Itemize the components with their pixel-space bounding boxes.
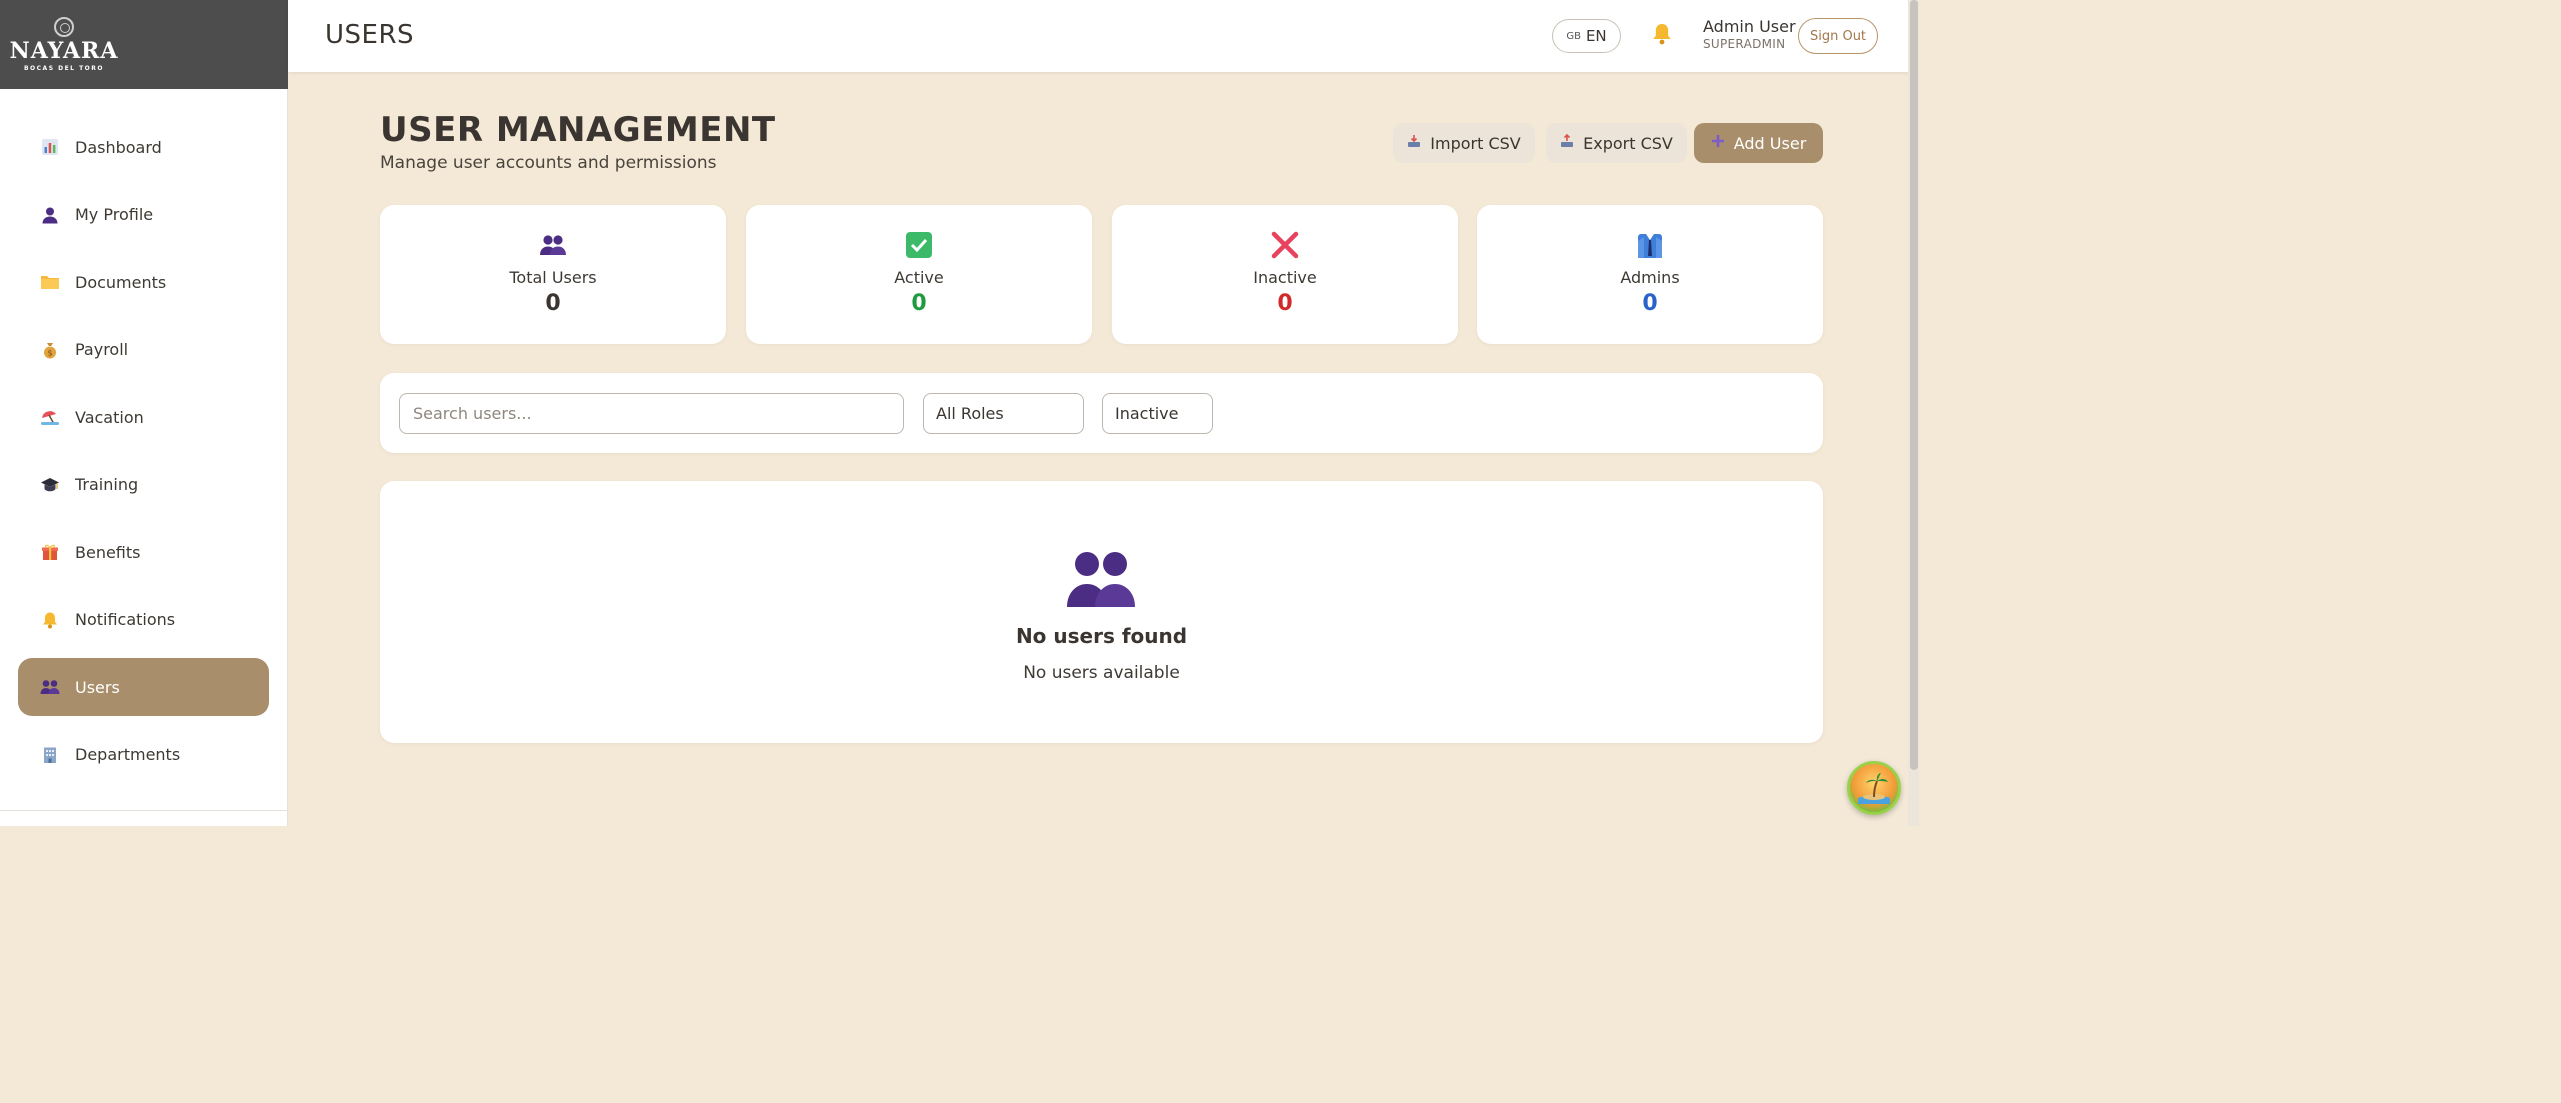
sidebar-item-notifications[interactable]: Notifications: [18, 591, 269, 649]
stat-label: Total Users: [509, 268, 597, 287]
sign-out-button[interactable]: Sign Out: [1798, 18, 1878, 54]
import-csv-button[interactable]: Import CSV: [1393, 123, 1535, 163]
bar-chart-icon: [39, 136, 61, 158]
svg-text:$: $: [47, 348, 52, 357]
stat-value: 0: [545, 291, 561, 316]
stat-label: Admins: [1620, 268, 1680, 287]
language-selector[interactable]: GB EN: [1552, 19, 1621, 53]
language-label: EN: [1585, 27, 1607, 45]
money-bag-icon: $: [39, 339, 61, 361]
bell-icon: [39, 609, 61, 631]
sidebar-item-training[interactable]: Training: [18, 456, 269, 514]
plus-icon: [1711, 134, 1725, 152]
sidebar-item-users[interactable]: Users: [18, 658, 269, 716]
graduation-cap-icon: [39, 474, 61, 496]
stat-card-inactive: Inactive 0: [1112, 205, 1458, 344]
notifications-bell-icon[interactable]: [1651, 22, 1675, 48]
brand-logo[interactable]: NAYARA BOCAS DEL TORO: [0, 0, 128, 89]
section-heading: USER MANAGEMENT: [380, 110, 776, 150]
sidebar-item-label: Users: [75, 677, 120, 697]
scrollbar-thumb[interactable]: [1910, 0, 1918, 770]
sidebar-item-documents[interactable]: Documents: [18, 253, 269, 311]
import-csv-label: Import CSV: [1430, 133, 1521, 153]
users-icon: [39, 676, 61, 698]
export-csv-button[interactable]: Export CSV: [1546, 123, 1687, 163]
stat-card-total-users: Total Users 0: [380, 205, 726, 344]
cross-icon: [1269, 229, 1301, 261]
sidebar-item-benefits[interactable]: Benefits: [18, 523, 269, 581]
sidebar-item-label: Vacation: [75, 407, 144, 427]
check-icon: [903, 229, 935, 261]
sidebar-item-departments[interactable]: Departments: [18, 726, 269, 784]
users-list-empty-state: No users found No users available: [380, 481, 1823, 743]
empty-state-message: No users available: [1023, 663, 1180, 683]
users-icon: [537, 229, 569, 261]
folder-icon: [39, 271, 61, 293]
palm-island-icon: [1858, 773, 1890, 804]
sidebar-item-label: Notifications: [75, 610, 176, 629]
sidebar-item-vacation[interactable]: Vacation: [18, 388, 269, 446]
gift-icon: [39, 541, 61, 563]
sidebar-nav: Dashboard My Profile Documents $ Payroll: [0, 89, 287, 784]
beach-icon: [39, 406, 61, 428]
sidebar-item-label: Dashboard: [75, 137, 162, 157]
search-input[interactable]: [399, 393, 904, 434]
sidebar-item-label: Benefits: [75, 542, 141, 562]
sidebar-item-label: Training: [75, 475, 139, 494]
sidebar-item-label: My Profile: [75, 205, 154, 224]
sidebar-item-my-profile[interactable]: My Profile: [18, 186, 269, 244]
stat-value: 0: [911, 291, 927, 316]
inbox-tray-icon: [1407, 134, 1421, 152]
stat-value: 0: [1277, 291, 1293, 316]
brand-tagline: BOCAS DEL TORO: [23, 65, 105, 72]
sidebar-item-payroll[interactable]: $ Payroll: [18, 321, 269, 379]
person-icon: [39, 204, 61, 226]
flag-gb-icon: GB: [1566, 30, 1581, 42]
logo-header-background: [128, 0, 288, 89]
users-icon: [1065, 549, 1137, 607]
logo-mark-icon: [54, 17, 74, 37]
stat-card-active: Active 0: [746, 205, 1092, 344]
page-title: USERS: [325, 20, 415, 50]
role-filter-select[interactable]: All Roles: [923, 393, 1084, 434]
sidebar-item-dashboard[interactable]: Dashboard: [18, 118, 269, 176]
stat-value: 0: [1642, 291, 1658, 316]
admin-icon: [1634, 229, 1666, 261]
filter-bar: All Roles Inactive: [380, 373, 1823, 453]
user-role: SUPERADMIN: [1703, 37, 1786, 51]
island-assistant-button[interactable]: [1847, 761, 1901, 815]
sidebar: NAYARA BOCAS DEL TORO Dashboard My Profi…: [0, 0, 288, 826]
stat-card-admins: Admins 0: [1477, 205, 1823, 344]
sidebar-item-label: Payroll: [75, 340, 129, 359]
user-info: Admin User SUPERADMIN: [1703, 17, 1796, 51]
section-subheading: Manage user accounts and permissions: [380, 153, 717, 173]
sidebar-item-label: Documents: [75, 272, 167, 292]
sidebar-divider: [0, 810, 288, 811]
stat-label: Active: [894, 268, 944, 287]
topbar: USERS GB EN Admin User SUPERADMIN Sign O…: [288, 0, 1919, 72]
outbox-tray-icon: [1560, 133, 1574, 152]
user-name: Admin User: [1703, 17, 1796, 36]
status-filter-select[interactable]: Inactive: [1102, 393, 1213, 434]
stat-label: Inactive: [1253, 268, 1317, 287]
brand-name: NAYARA: [9, 38, 119, 64]
empty-state-title: No users found: [1015, 624, 1188, 648]
add-user-button[interactable]: Add User: [1694, 123, 1823, 163]
export-csv-label: Export CSV: [1583, 133, 1673, 153]
building-icon: [39, 744, 61, 766]
add-user-label: Add User: [1733, 133, 1807, 153]
sidebar-item-label: Departments: [75, 745, 181, 764]
